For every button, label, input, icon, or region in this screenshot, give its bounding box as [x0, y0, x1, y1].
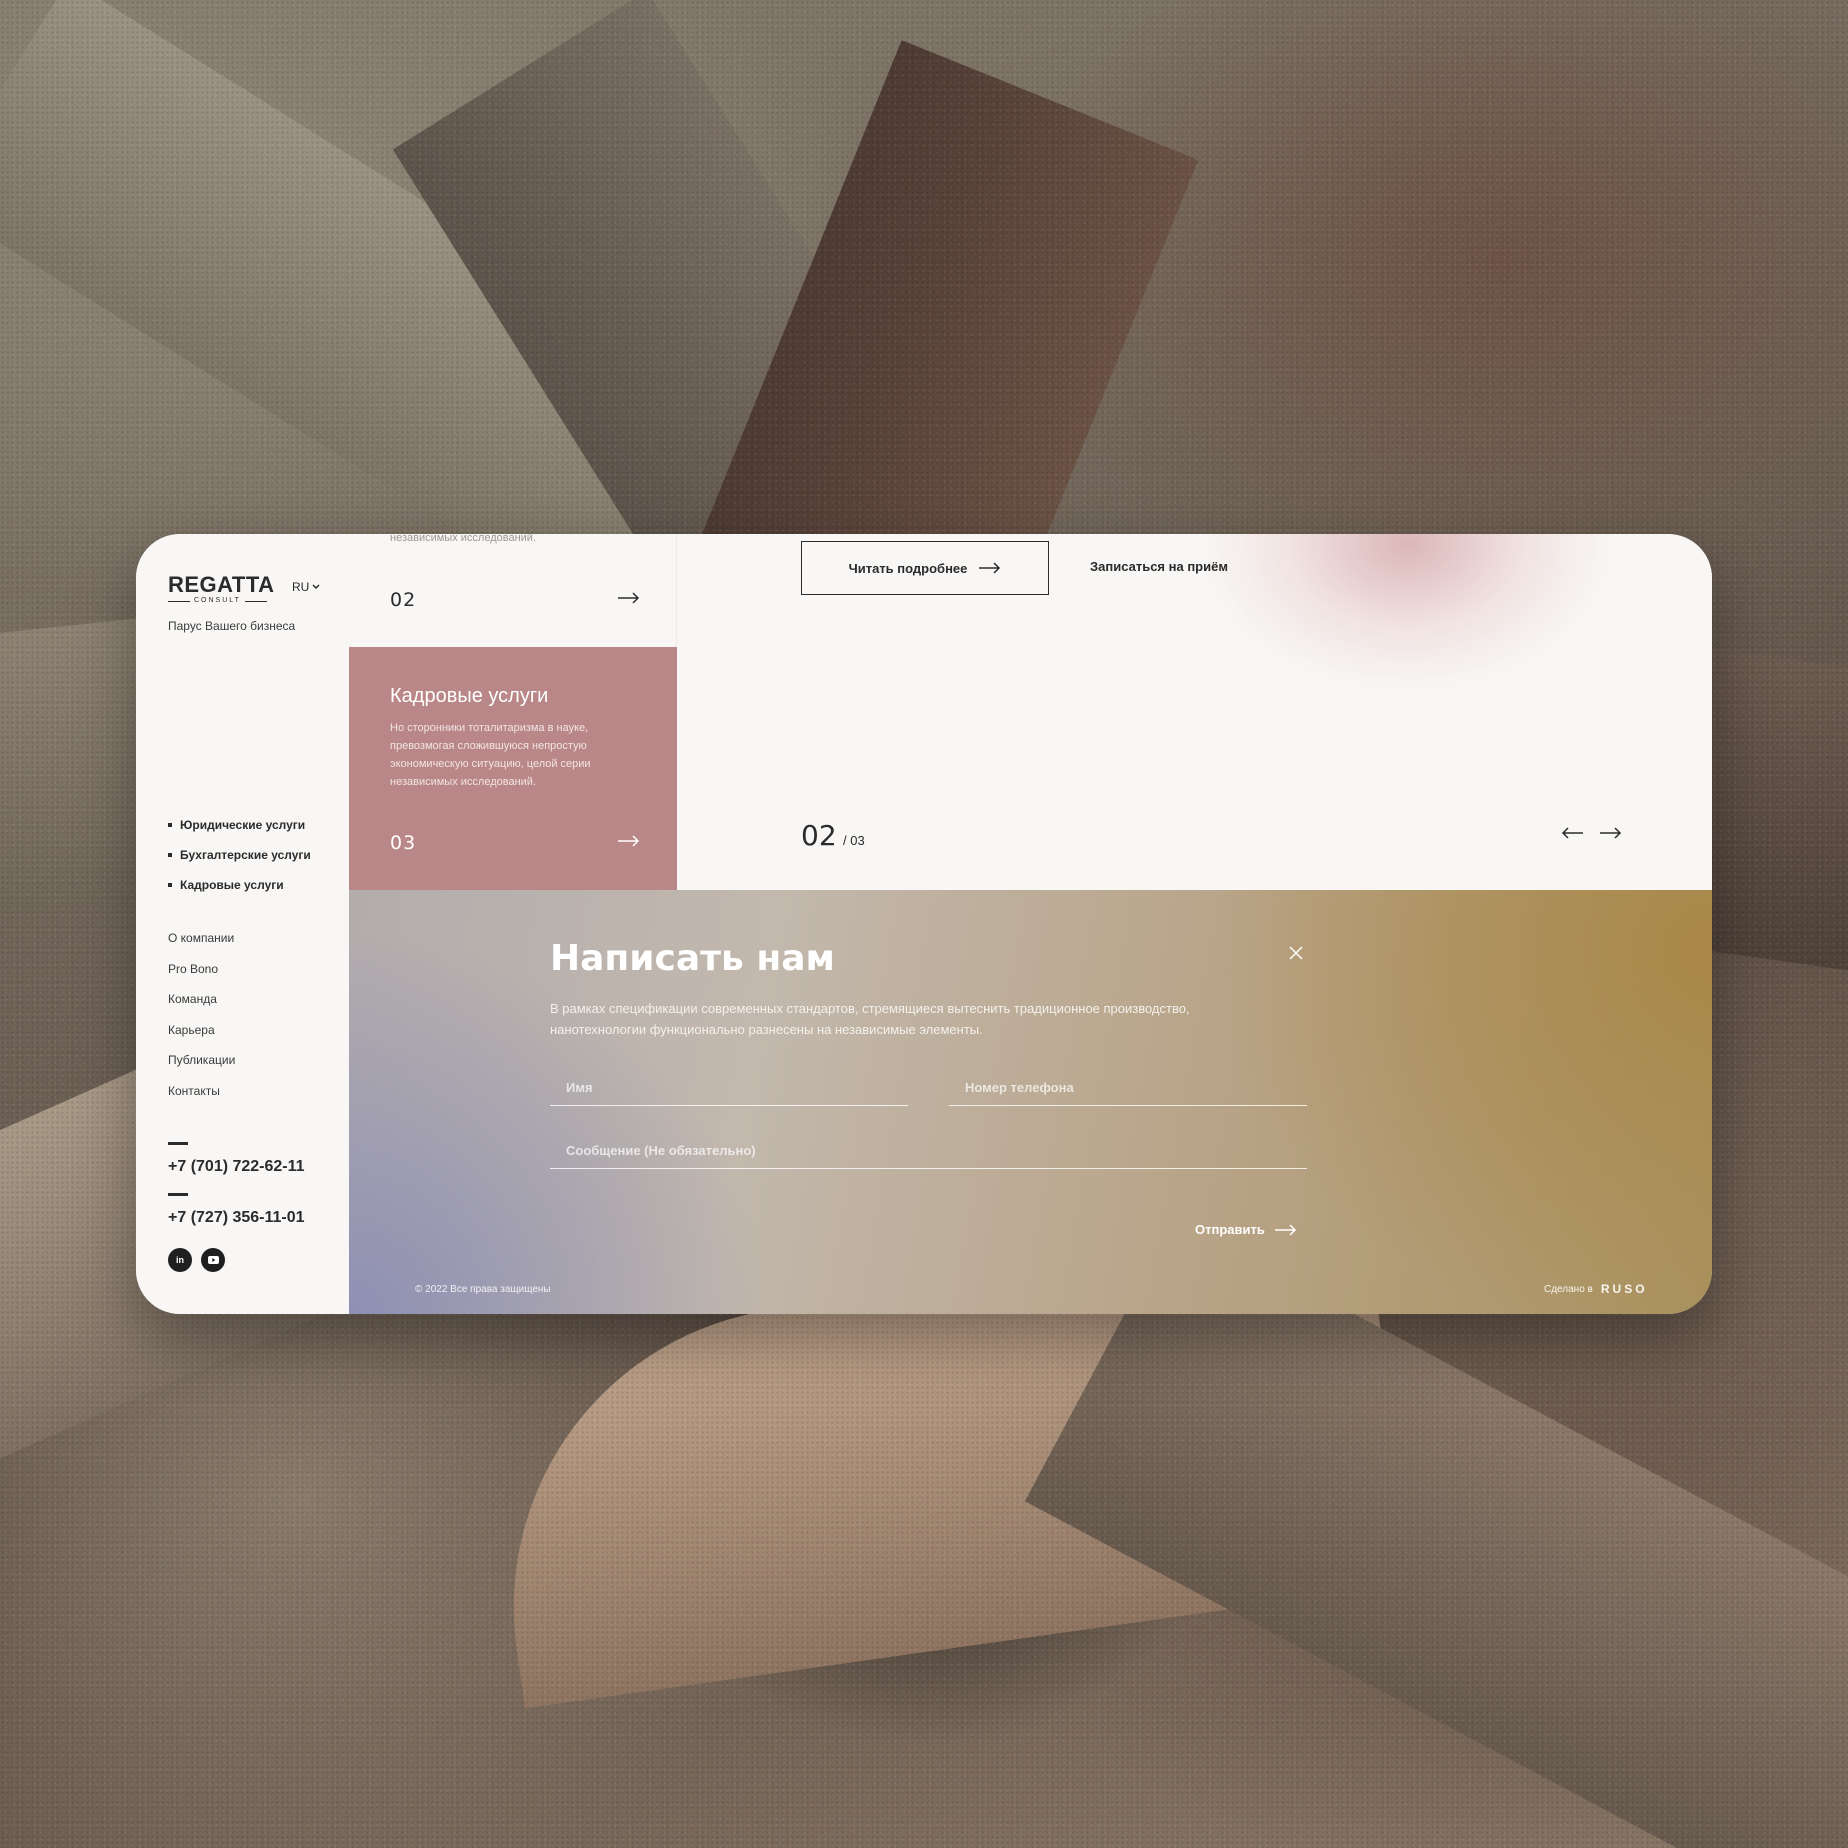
logo[interactable]: REGATTA CONSULT [168, 574, 275, 605]
read-more-button[interactable]: Читать подробнее [801, 541, 1049, 595]
services-item-label: Кадровые услуги [180, 878, 284, 892]
service-card-hr[interactable]: Кадровые услуги Но сторонники тоталитари… [349, 647, 677, 890]
studio-logo: RUSO [1600, 1282, 1648, 1296]
form-description: В рамках спецификации современных станда… [550, 1001, 1190, 1037]
submit-label: Отправить [1195, 1222, 1265, 1237]
card-number: 02 [390, 589, 417, 611]
sidebar: REGATTA CONSULT RU Парус Вашего бизнеса … [136, 534, 349, 1314]
nav-item-about[interactable]: О компании [168, 931, 235, 962]
bullet-icon [168, 823, 172, 827]
nav-item-team[interactable]: Команда [168, 992, 235, 1023]
copyright: © 2022 Все права защищены [415, 1284, 551, 1295]
arrow-right-icon[interactable] [618, 835, 640, 847]
service-card-desc: Но сторонники тоталитаризма в науке, пре… [390, 722, 591, 788]
nav-item-pro-bono[interactable]: Pro Bono [168, 962, 235, 993]
language-label: RU [292, 580, 310, 594]
phone-secondary[interactable]: +7 (727) 356-11-01 [168, 1209, 305, 1227]
services-item-legal[interactable]: Юридические услуги [168, 810, 311, 840]
card-cut-text: независимых исследований. [390, 534, 537, 544]
services-item-label: Бухгалтерские услуги [180, 848, 311, 862]
message-field[interactable] [550, 1133, 1307, 1169]
linkedin-icon[interactable]: in [168, 1248, 192, 1272]
logo-main: REGATTA [168, 572, 275, 597]
linkedin-label: in [176, 1255, 184, 1265]
services-item-hr[interactable]: Кадровые услуги [168, 870, 311, 900]
made-by-label: Сделано в [1544, 1283, 1593, 1295]
phone-input[interactable] [949, 1070, 1307, 1105]
hero-area: Читать подробнее Записаться на приём 02 … [677, 534, 1712, 890]
arrow-left-icon[interactable] [1561, 827, 1583, 839]
logo-sub-text: CONSULT [194, 597, 241, 604]
bullet-icon [168, 883, 172, 887]
bullet-icon [168, 853, 172, 857]
close-icon[interactable] [1289, 946, 1303, 960]
services-item-label: Юридические услуги [180, 818, 306, 832]
decorative-glow [1197, 534, 1617, 694]
main-nav: О компании Pro Bono Команда Карьера Публ… [168, 931, 235, 1114]
youtube-icon[interactable] [201, 1248, 225, 1272]
arrow-right-icon [979, 562, 1001, 574]
play-icon [207, 1256, 219, 1264]
made-by[interactable]: Сделано в RUSO [1544, 1282, 1648, 1296]
read-more-label: Читать подробнее [848, 560, 968, 576]
phone-primary[interactable]: +7 (701) 722-62-11 [168, 1158, 305, 1176]
arrow-right-icon [1274, 1223, 1296, 1236]
contact-form-section: Написать нам В рамках спецификации совре… [349, 890, 1712, 1314]
slide-total: / 03 [843, 833, 865, 848]
logo-sub: CONSULT [168, 597, 275, 605]
service-card-title: Кадровые услуги [390, 685, 549, 707]
nav-item-contacts[interactable]: Контакты [168, 1084, 235, 1115]
nav-item-publications[interactable]: Публикации [168, 1053, 235, 1084]
arrow-right-icon[interactable] [618, 592, 640, 604]
form-title: Написать нам [550, 938, 835, 979]
book-appointment-link[interactable]: Записаться на приём [1090, 559, 1228, 574]
submit-button[interactable]: Отправить [1195, 1222, 1297, 1237]
website-card: REGATTA CONSULT RU Парус Вашего бизнеса … [136, 534, 1712, 1314]
divider [168, 1142, 188, 1145]
name-input[interactable] [550, 1070, 908, 1105]
slide-current: 02 [801, 819, 837, 852]
chevron-down-icon [312, 584, 320, 590]
tagline: Парус Вашего бизнеса [168, 619, 296, 633]
message-input[interactable] [550, 1133, 1307, 1168]
arrow-right-icon[interactable] [1600, 827, 1622, 839]
card-number: 03 [390, 832, 417, 854]
name-field[interactable] [550, 1070, 908, 1106]
language-switcher[interactable]: RU [292, 580, 320, 594]
phone-field[interactable] [949, 1070, 1307, 1106]
divider [168, 1193, 188, 1196]
nav-item-career[interactable]: Карьера [168, 1023, 235, 1054]
service-cards: независимых исследований. 02 Кадровые ус… [349, 534, 677, 890]
services-item-accounting[interactable]: Бухгалтерские услуги [168, 840, 311, 870]
services-menu: Юридические услуги Бухгалтерские услуги … [168, 810, 311, 900]
